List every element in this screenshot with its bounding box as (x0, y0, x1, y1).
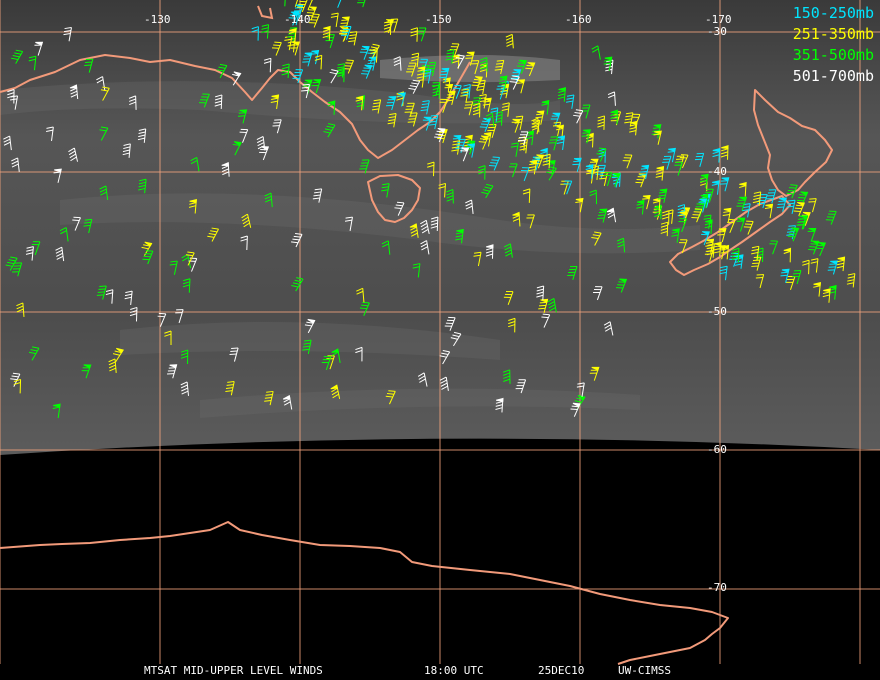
legend-501-700mb: 501-700mb (792, 67, 874, 85)
lon-label-160: -160 (565, 13, 592, 26)
footer-time: 18:00 UTC (424, 664, 484, 677)
footer-date: 25DEC10 (538, 664, 585, 677)
footer-source: UW-CIMSS (618, 664, 671, 677)
footer-caption: MTSAT MID-UPPER LEVEL WINDS 18:00 UTC 25… (0, 664, 880, 678)
lon-label-140: -140 (284, 13, 311, 26)
lat-label-30: -30 (707, 25, 727, 38)
lat-label-40: -40 (707, 165, 727, 178)
footer-product: MTSAT MID-UPPER LEVEL WINDS (144, 664, 323, 677)
lat-label-60: -60 (707, 443, 727, 456)
legend-351-500mb: 351-500mb (792, 46, 874, 64)
legend-150-250mb: 150-250mb (792, 4, 874, 22)
lat-label-50: -50 (707, 305, 727, 318)
vapor-band (380, 55, 560, 83)
lat-label-70: -70 (707, 581, 727, 594)
satellite-wind-map (0, 0, 880, 680)
lon-label-130: -130 (144, 13, 171, 26)
lon-label-150: -150 (425, 13, 452, 26)
legend-251-350mb: 251-350mb (792, 25, 874, 43)
